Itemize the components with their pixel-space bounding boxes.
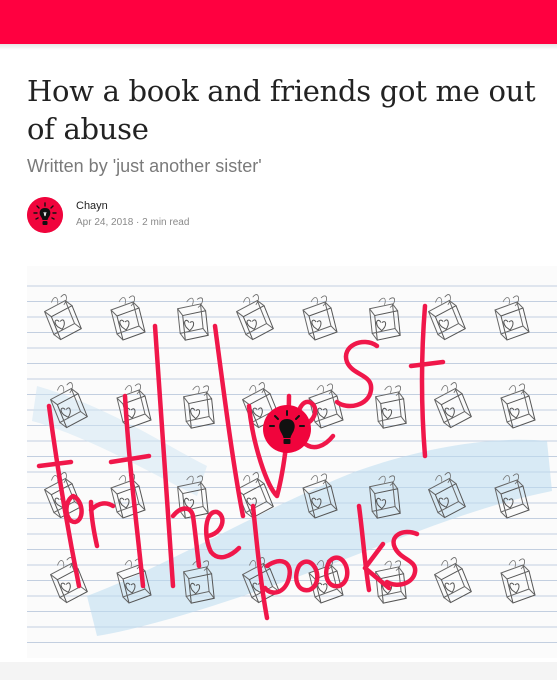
top-navigation-bar (0, 0, 557, 44)
bottom-edge (0, 662, 557, 680)
publish-date-and-read-time: Apr 24, 2018 · 2 min read (76, 217, 190, 228)
author-byline: Chayn Apr 24, 2018 · 2 min read (27, 197, 327, 233)
article-subtitle: Written by 'just another sister' (27, 156, 262, 176)
hero-illustration (27, 266, 557, 658)
author-name-link[interactable]: Chayn (76, 200, 108, 212)
lightbulb-icon (27, 197, 63, 233)
article-title: How a book and friends got me out of abu… (27, 74, 536, 146)
chayn-logo-badge (263, 405, 311, 453)
nav-shadow (0, 44, 557, 50)
author-avatar[interactable] (27, 197, 63, 233)
hero-image (27, 266, 557, 658)
